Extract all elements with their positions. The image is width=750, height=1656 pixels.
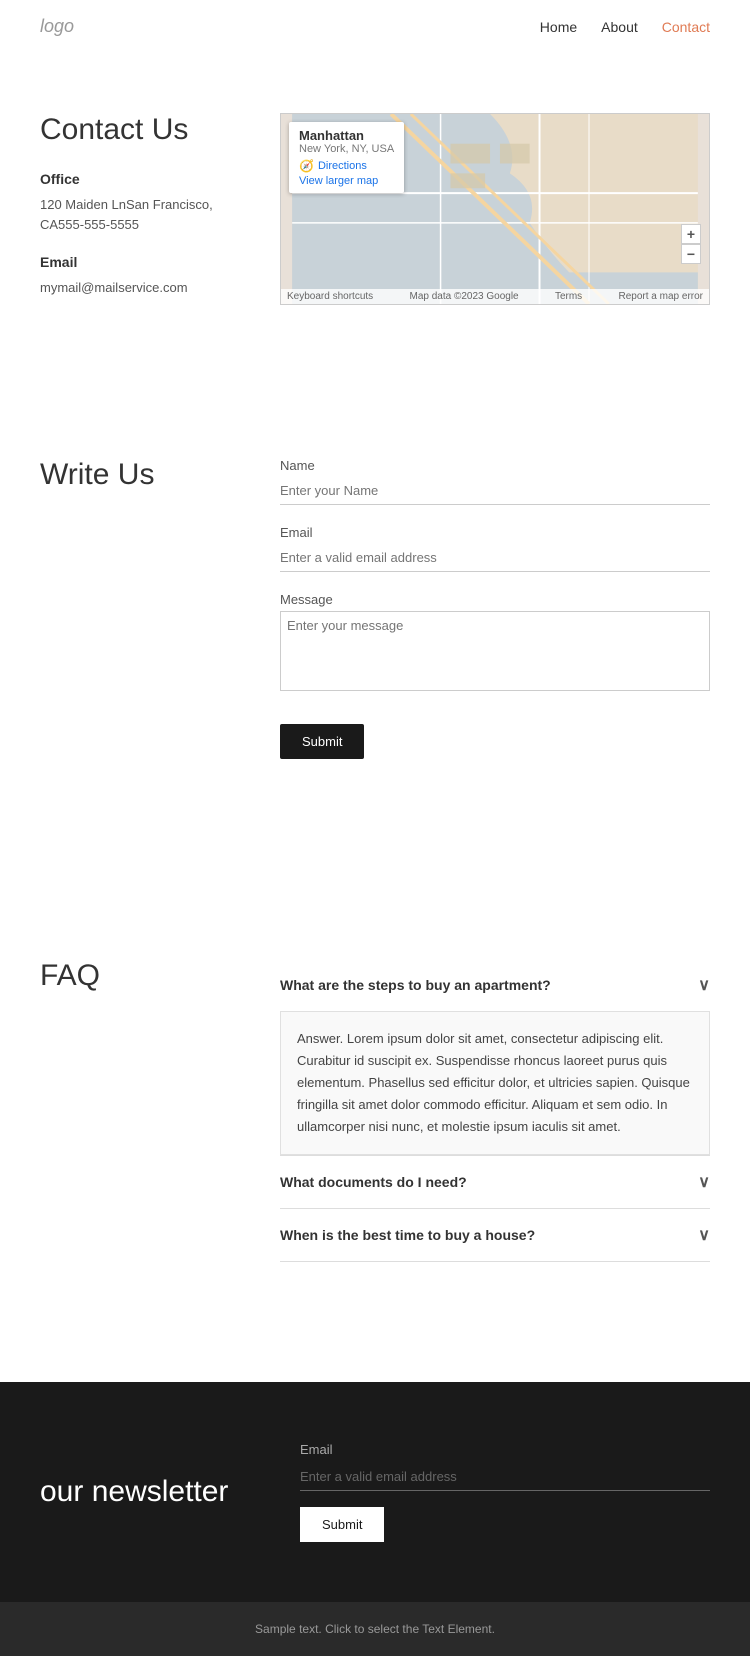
nav-home[interactable]: Home (540, 19, 577, 35)
map-zoom-out[interactable]: − (681, 244, 701, 264)
contact-info: Contact Us Office 120 Maiden LnSan Franc… (40, 113, 240, 318)
map-controls: + − (681, 224, 701, 264)
write-us-submit-button[interactable]: Submit (280, 724, 364, 759)
directions-icon: 🧭 (299, 159, 314, 173)
name-group: Name (280, 458, 710, 505)
office-address: 120 Maiden LnSan Francisco, CA555-555-55… (40, 195, 240, 234)
contact-form: Name Email Message Submit (280, 458, 710, 759)
faq-chevron-1-icon: ∨ (698, 975, 710, 995)
faq-question-2[interactable]: What documents do I need? ∨ (280, 1156, 710, 1208)
faq-item-3: When is the best time to buy a house? ∨ (280, 1209, 710, 1262)
map-directions: 🧭 Directions (299, 159, 394, 173)
map-keyboard-shortcuts: Keyboard shortcuts (287, 291, 373, 302)
newsletter-submit-button[interactable]: Submit (300, 1507, 384, 1542)
map-overlay: Manhattan New York, NY, USA 🧭 Directions… (289, 122, 404, 193)
map-footer: Keyboard shortcuts Map data ©2023 Google… (281, 289, 709, 304)
email-input[interactable] (280, 544, 710, 572)
name-label: Name (280, 458, 710, 473)
nav-about[interactable]: About (601, 19, 638, 35)
newsletter-email-input[interactable] (300, 1463, 710, 1491)
directions-link[interactable]: Directions (318, 160, 367, 172)
faq-chevron-3-icon: ∨ (698, 1225, 710, 1245)
map-data-info: Map data ©2023 Google (410, 291, 519, 302)
faq-title: FAQ (40, 959, 240, 993)
message-group: Message (280, 592, 710, 694)
write-us-title-col: Write Us (40, 458, 240, 759)
faq-answer-1: Answer. Lorem ipsum dolor sit amet, cons… (280, 1011, 710, 1155)
faq-question-3[interactable]: When is the best time to buy a house? ∨ (280, 1209, 710, 1261)
faq-title-col: FAQ (40, 959, 240, 1262)
faq-items: What are the steps to buy an apartment? … (280, 959, 710, 1262)
view-larger-map-link[interactable]: View larger map (299, 175, 394, 187)
faq-section: FAQ What are the steps to buy an apartme… (0, 879, 750, 1322)
footer-text: Sample text. Click to select the Text El… (255, 1622, 495, 1636)
newsletter-form: Email Submit (300, 1442, 710, 1542)
map-container: Manhattan New York, NY, USA 🧭 Directions… (280, 113, 710, 318)
map-location-name: Manhattan (299, 128, 394, 143)
faq-item-2: What documents do I need? ∨ (280, 1156, 710, 1209)
navbar: logo Home About Contact (0, 0, 750, 53)
message-label: Message (280, 592, 710, 607)
map-report: Report a map error (619, 291, 703, 302)
faq-chevron-2-icon: ∨ (698, 1172, 710, 1192)
newsletter-email-label: Email (300, 1442, 710, 1457)
email-group: Email (280, 525, 710, 572)
faq-item-1: What are the steps to buy an apartment? … (280, 959, 710, 1156)
faq-question-3-text: When is the best time to buy a house? (280, 1227, 535, 1243)
message-textarea[interactable] (280, 611, 710, 691)
faq-question-1-text: What are the steps to buy an apartment? (280, 977, 551, 993)
office-label: Office (40, 171, 240, 187)
footer: Sample text. Click to select the Text El… (0, 1602, 750, 1656)
map-location-sub: New York, NY, USA (299, 143, 394, 155)
contact-section: Contact Us Office 120 Maiden LnSan Franc… (0, 53, 750, 358)
faq-question-2-text: What documents do I need? (280, 1174, 467, 1190)
map-embed: Manhattan New York, NY, USA 🧭 Directions… (280, 113, 710, 305)
faq-question-1[interactable]: What are the steps to buy an apartment? … (280, 959, 710, 1011)
map-zoom-in[interactable]: + (681, 224, 701, 244)
nav-contact[interactable]: Contact (662, 19, 710, 35)
newsletter-title: our newsletter (40, 1474, 260, 1510)
newsletter-section: our newsletter Email Submit (0, 1382, 750, 1602)
contact-title: Contact Us (40, 113, 240, 147)
contact-email: mymail@mailservice.com (40, 278, 240, 298)
email-label: Email (280, 525, 710, 540)
write-us-title: Write Us (40, 458, 240, 492)
email-label: Email (40, 254, 240, 270)
logo: logo (40, 16, 74, 37)
write-us-section: Write Us Name Email Message Submit (0, 398, 750, 799)
name-input[interactable] (280, 477, 710, 505)
map-terms: Terms (555, 291, 582, 302)
nav-links: Home About Contact (540, 19, 710, 35)
